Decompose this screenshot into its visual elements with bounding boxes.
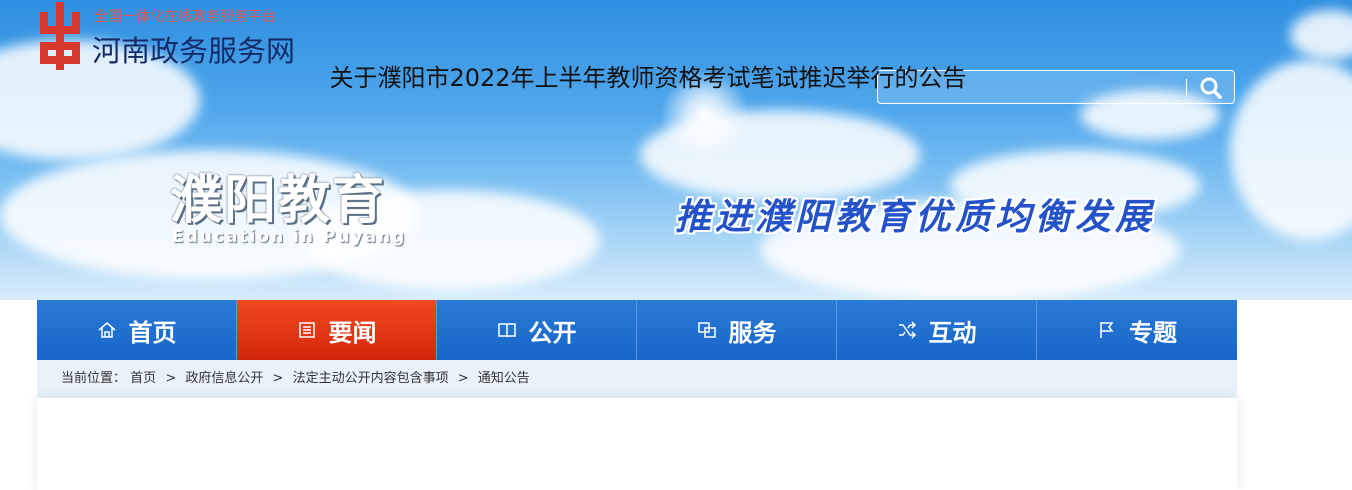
breadcrumb-separator: > (165, 371, 177, 386)
header-banner: 全国一体化在线政务服务平台 河南政务服务网 濮阳教育 Education in … (0, 0, 1352, 300)
brand-subtitle: 全国一体化在线政务服务平台 (94, 9, 276, 25)
service-icon (697, 320, 717, 340)
nav-item-label: 首页 (128, 318, 177, 347)
breadcrumb-item-statutory[interactable]: 法定主动公开内容包含事项 (293, 371, 449, 386)
slogan: 推进濮阳教育优质均衡发展 (675, 196, 1156, 238)
nav-item-label: 要闻 (328, 318, 377, 347)
nav-item-label: 专题 (1129, 318, 1177, 347)
breadcrumb-item-gov-info[interactable]: 政府信息公开 (185, 371, 263, 386)
cloud-decoration (1290, 10, 1352, 60)
breadcrumb: 当前位置： 首页 > 政府信息公开 > 法定主动公开内容包含事项 > 通知公告 (37, 360, 1237, 398)
nav-item-home[interactable]: 首页 (37, 300, 237, 360)
news-icon (297, 320, 317, 340)
nav-item-label: 公开 (528, 318, 577, 347)
site-title: 濮阳教育 (170, 171, 387, 231)
main-nav: 首页 要闻 公开 服务 互动 专题 (37, 300, 1237, 360)
article-title: 关于濮阳市2022年上半年教师资格考试笔试推迟举行的公告 (329, 64, 967, 92)
flag-icon (1097, 320, 1117, 340)
breadcrumb-item-notices[interactable]: 通知公告 (478, 371, 530, 386)
nav-item-interact[interactable]: 互动 (837, 300, 1037, 360)
breadcrumb-prefix: 当前位置： (61, 371, 127, 386)
nav-item-service[interactable]: 服务 (637, 300, 837, 360)
article-panel (37, 398, 1237, 490)
nav-item-open[interactable]: 公开 (437, 300, 637, 360)
nav-item-news[interactable]: 要闻 (237, 300, 437, 360)
breadcrumb-separator: > (272, 371, 284, 386)
nav-item-topics[interactable]: 专题 (1037, 300, 1237, 360)
nav-item-label: 服务 (728, 318, 777, 347)
shuffle-icon (897, 320, 917, 340)
breadcrumb-separator: > (457, 371, 469, 386)
site-subtitle: Education in Puyang (172, 227, 407, 247)
nav-item-label: 互动 (928, 318, 977, 347)
book-icon (497, 320, 517, 340)
breadcrumb-item-home[interactable]: 首页 (130, 371, 156, 386)
home-icon (97, 320, 117, 340)
